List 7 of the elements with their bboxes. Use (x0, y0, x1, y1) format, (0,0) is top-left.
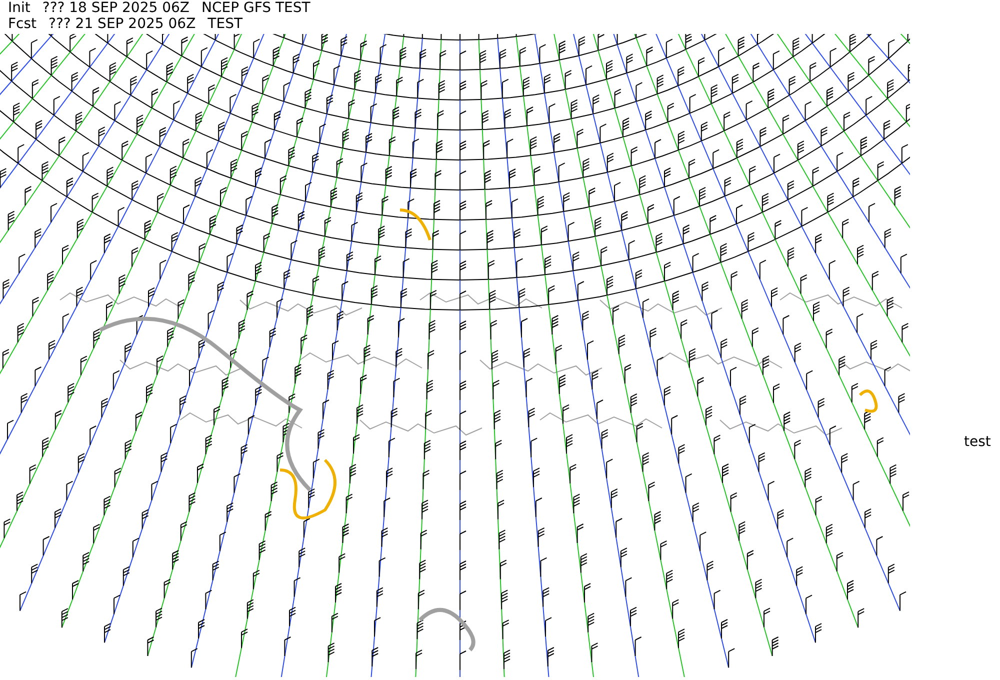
title-text: TEST (208, 16, 243, 32)
header-label: Init (8, 0, 30, 16)
time-text: ??? 18 SEP 2025 06Z (42, 0, 190, 16)
time-text: ??? 21 SEP 2025 06Z (48, 16, 196, 32)
side-label: test (964, 433, 991, 452)
header-label: Fcst (8, 16, 37, 32)
title-text: NCEP GFS TEST (202, 0, 310, 16)
